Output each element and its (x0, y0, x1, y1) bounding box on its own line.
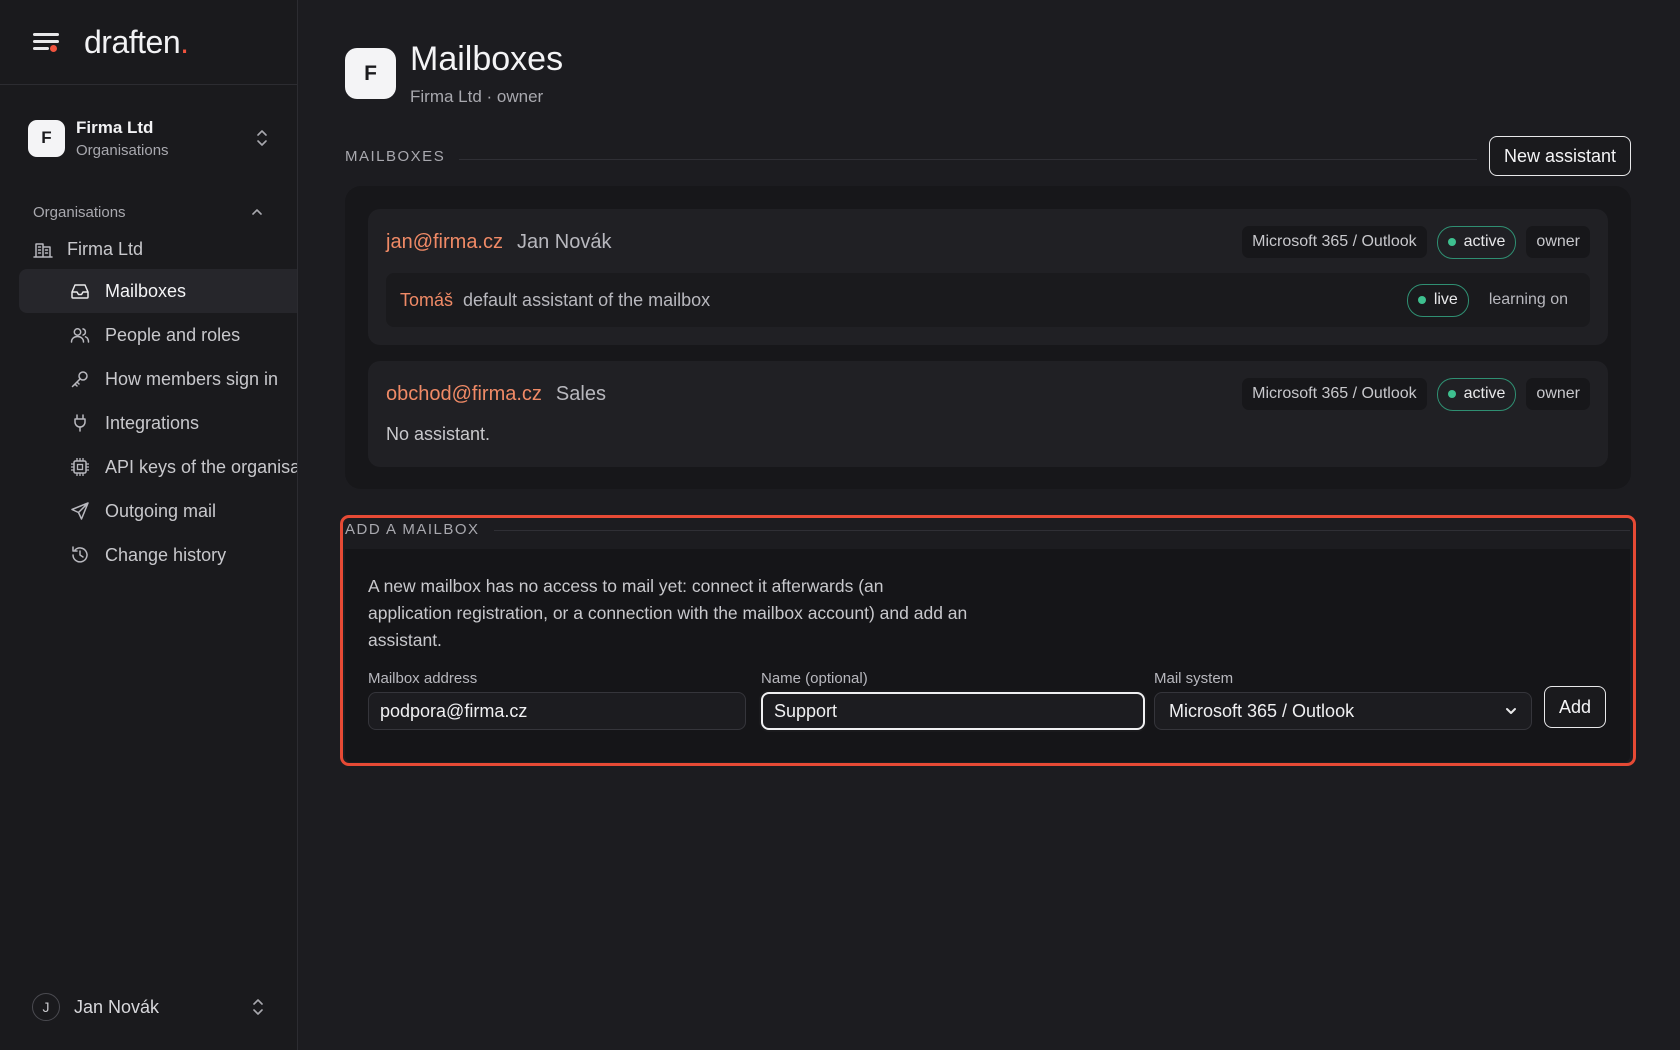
logo[interactable]: draften. (84, 24, 189, 61)
sidebar-item-label: Outgoing mail (105, 500, 217, 521)
status-badge: active (1436, 377, 1517, 411)
sidebar-item-mailboxes[interactable]: Mailboxes (19, 269, 297, 313)
status-dot-icon (1417, 296, 1426, 304)
new-assistant-button[interactable]: New assistant (1488, 136, 1631, 176)
sidebar-item-org[interactable]: Firma Ltd (0, 229, 297, 269)
user-menu[interactable]: J Jan Novák (0, 964, 297, 1050)
page-header: F Mailboxes Firma Ltd · owner (345, 40, 564, 107)
sidebar-item-outgoing-mail[interactable]: Outgoing mail (19, 489, 297, 533)
assistant-name[interactable]: Tomáš (400, 290, 453, 311)
section-label: MAILBOXES (345, 147, 446, 165)
mailbox-name: Sales (555, 382, 606, 405)
status-text: active (1463, 233, 1506, 250)
sidebar: draften. F Firma Ltd Organisations Organ… (0, 0, 298, 1050)
sidebar-item-label: Mailboxes (105, 280, 187, 301)
building-icon (33, 243, 53, 258)
mailbox-list: jan@firma.cz Jan Novák Microsoft 365 / O… (345, 186, 1631, 489)
sidebar-item-people-and-roles[interactable]: People and roles (19, 313, 297, 357)
page-avatar: F (345, 48, 396, 99)
status-badge: active (1436, 225, 1517, 259)
status-dot-icon (1447, 390, 1456, 398)
role-badge: owner (1526, 378, 1590, 410)
role-badge: owner (1526, 226, 1590, 258)
learning-status: learning on (1488, 291, 1568, 308)
mail-system-badge: Microsoft 365 / Outlook (1242, 378, 1427, 410)
menu-icon[interactable] (33, 31, 59, 53)
chevron-updown-icon (257, 130, 267, 146)
org-switcher-sub: Organisations (76, 141, 169, 159)
user-name: Jan Novák (74, 996, 160, 1017)
sidebar-item-sign-in[interactable]: How members sign in (19, 357, 297, 401)
key-icon (71, 371, 88, 388)
org-avatar: F (28, 119, 65, 157)
mailbox-email[interactable]: jan@firma.cz (386, 231, 503, 254)
main-content: F Mailboxes Firma Ltd · owner MAILBOXES … (298, 0, 1680, 1050)
org-switcher[interactable]: F Firma Ltd Organisations (0, 85, 297, 191)
page-subtitle: Firma Ltd · owner (410, 87, 544, 107)
sidebar-item-org-label: Firma Ltd (67, 238, 144, 259)
sidebar-item-label: People and roles (105, 324, 241, 345)
sidebar-item-label: How members sign in (105, 368, 279, 389)
nav-section-label: Organisations (33, 203, 126, 221)
plug-icon (74, 414, 86, 432)
status-text: active (1463, 385, 1506, 402)
users-icon (70, 328, 90, 343)
mailbox-card[interactable]: jan@firma.cz Jan Novák Microsoft 365 / O… (368, 209, 1608, 345)
highlight-frame (340, 515, 1636, 766)
sidebar-item-change-history[interactable]: Change history (19, 533, 297, 577)
sidebar-item-integrations[interactable]: Integrations (19, 401, 297, 445)
assistant-row[interactable]: Tomáš default assistant of the mailbox l… (386, 273, 1590, 327)
divider (459, 158, 1477, 160)
assistant-description: default assistant of the mailbox (463, 289, 711, 310)
chevron-up-icon (252, 209, 262, 215)
chevron-updown-icon (253, 999, 263, 1015)
send-icon (71, 502, 89, 520)
sidebar-item-label: Change history (105, 544, 227, 565)
status-dot-icon (1447, 238, 1456, 246)
sidebar-item-label: Integrations (105, 412, 200, 433)
no-assistant-text: No assistant. (386, 424, 491, 444)
mail-system-badge: Microsoft 365 / Outlook (1242, 226, 1427, 258)
user-avatar: J (32, 993, 60, 1021)
cpu-icon (71, 458, 89, 476)
mailboxes-section-header: MAILBOXES New assistant (345, 136, 1631, 176)
nav-section-organisations[interactable]: Organisations (0, 201, 297, 223)
page-title: Mailboxes (410, 40, 564, 78)
inbox-icon (71, 284, 89, 299)
history-icon (72, 546, 88, 563)
status-text: live (1433, 291, 1458, 308)
sidebar-header: draften. (0, 0, 297, 85)
mailbox-email[interactable]: obchod@firma.cz (386, 383, 542, 406)
mailbox-card[interactable]: obchod@firma.cz Sales Microsoft 365 / Ou… (368, 361, 1608, 467)
sidebar-item-api-keys[interactable]: API keys of the organisa (19, 445, 297, 489)
org-switcher-name: Firma Ltd (76, 117, 154, 137)
mailbox-name: Jan Novák (517, 230, 612, 253)
assistant-status-badge: live (1406, 283, 1469, 317)
sidebar-item-label: API keys of the organisa (105, 456, 297, 477)
